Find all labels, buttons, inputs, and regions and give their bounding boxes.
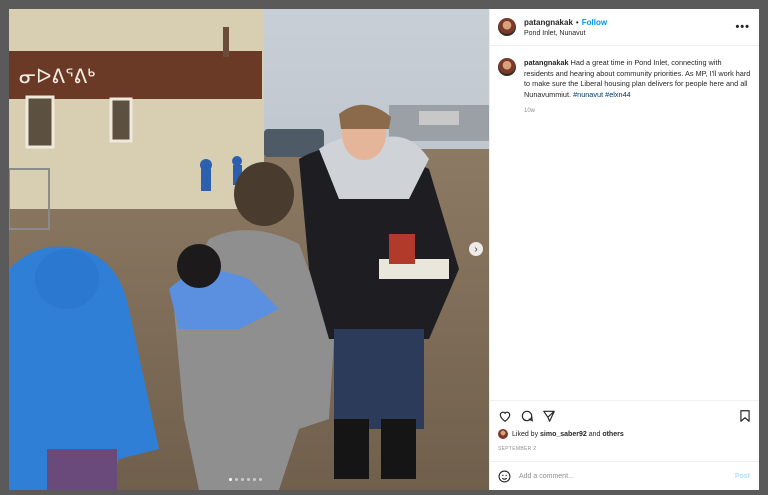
share-icon[interactable] xyxy=(542,409,556,423)
caption-time: 10w xyxy=(524,108,536,114)
comment-bar: Add a comment... Post xyxy=(490,461,759,490)
liker-avatar[interactable] xyxy=(498,429,508,439)
liked-by-and: and xyxy=(588,430,601,438)
post-photo[interactable]: ᓂᐅᕕᕐᕕᒃ › xyxy=(9,9,489,490)
carousel-dot xyxy=(229,478,232,481)
building-sign: ᓂᐅᕕᕐᕕᒃ xyxy=(19,64,95,88)
next-slide-button[interactable]: › xyxy=(469,242,483,256)
comment-icon[interactable] xyxy=(520,409,534,423)
liked-by-others[interactable]: others xyxy=(602,431,623,438)
avatar[interactable] xyxy=(498,18,516,36)
hashtag-link[interactable]: #elxn44 xyxy=(605,90,631,99)
carousel-dot xyxy=(259,478,262,481)
post-comment-button[interactable]: Post xyxy=(735,473,750,480)
action-bar xyxy=(490,400,759,427)
hashtag-link[interactable]: #nunavut xyxy=(573,90,603,99)
carousel-dots xyxy=(229,478,262,481)
post-header: patangnakak • Follow Pond Inlet, Nunavut •… xyxy=(490,9,759,46)
next-arrow-icon: › xyxy=(474,243,478,255)
follow-button[interactable]: Follow xyxy=(582,18,607,27)
carousel-dot xyxy=(247,478,250,481)
caption-username[interactable]: patangnakak xyxy=(524,58,569,67)
photo-scene: ᓂᐅᕕᕐᕕᒃ xyxy=(9,9,489,490)
carousel-dot xyxy=(253,478,256,481)
likes-summary: Liked by simo_saber92 and others xyxy=(498,429,624,439)
carousel-dot xyxy=(241,478,244,481)
post-details-panel: patangnakak • Follow Pond Inlet, Nunavut •… xyxy=(489,9,759,490)
comment-input[interactable]: Add a comment... xyxy=(519,473,735,480)
username-link[interactable]: patangnakak xyxy=(524,18,573,27)
emoji-icon[interactable] xyxy=(498,470,511,483)
liked-by-prefix: Liked by xyxy=(512,430,539,438)
caption-avatar[interactable] xyxy=(498,58,516,76)
carousel-dot xyxy=(235,478,238,481)
liked-by-user[interactable]: simo_saber92 xyxy=(540,431,587,438)
location-link[interactable]: Pond Inlet, Nunavut xyxy=(524,28,607,39)
post-modal: ᓂᐅᕕᕐᕕᒃ › patangnakak • Follow Pond Inlet… xyxy=(9,9,759,490)
post-date[interactable]: SEPTEMBER 2 xyxy=(498,446,536,452)
heart-icon[interactable] xyxy=(498,409,512,423)
more-icon[interactable]: ••• xyxy=(735,21,750,33)
caption: patangnakak Had a great time in Pond Inl… xyxy=(490,46,759,117)
bookmark-icon[interactable] xyxy=(738,409,752,423)
separator: • xyxy=(575,18,579,27)
